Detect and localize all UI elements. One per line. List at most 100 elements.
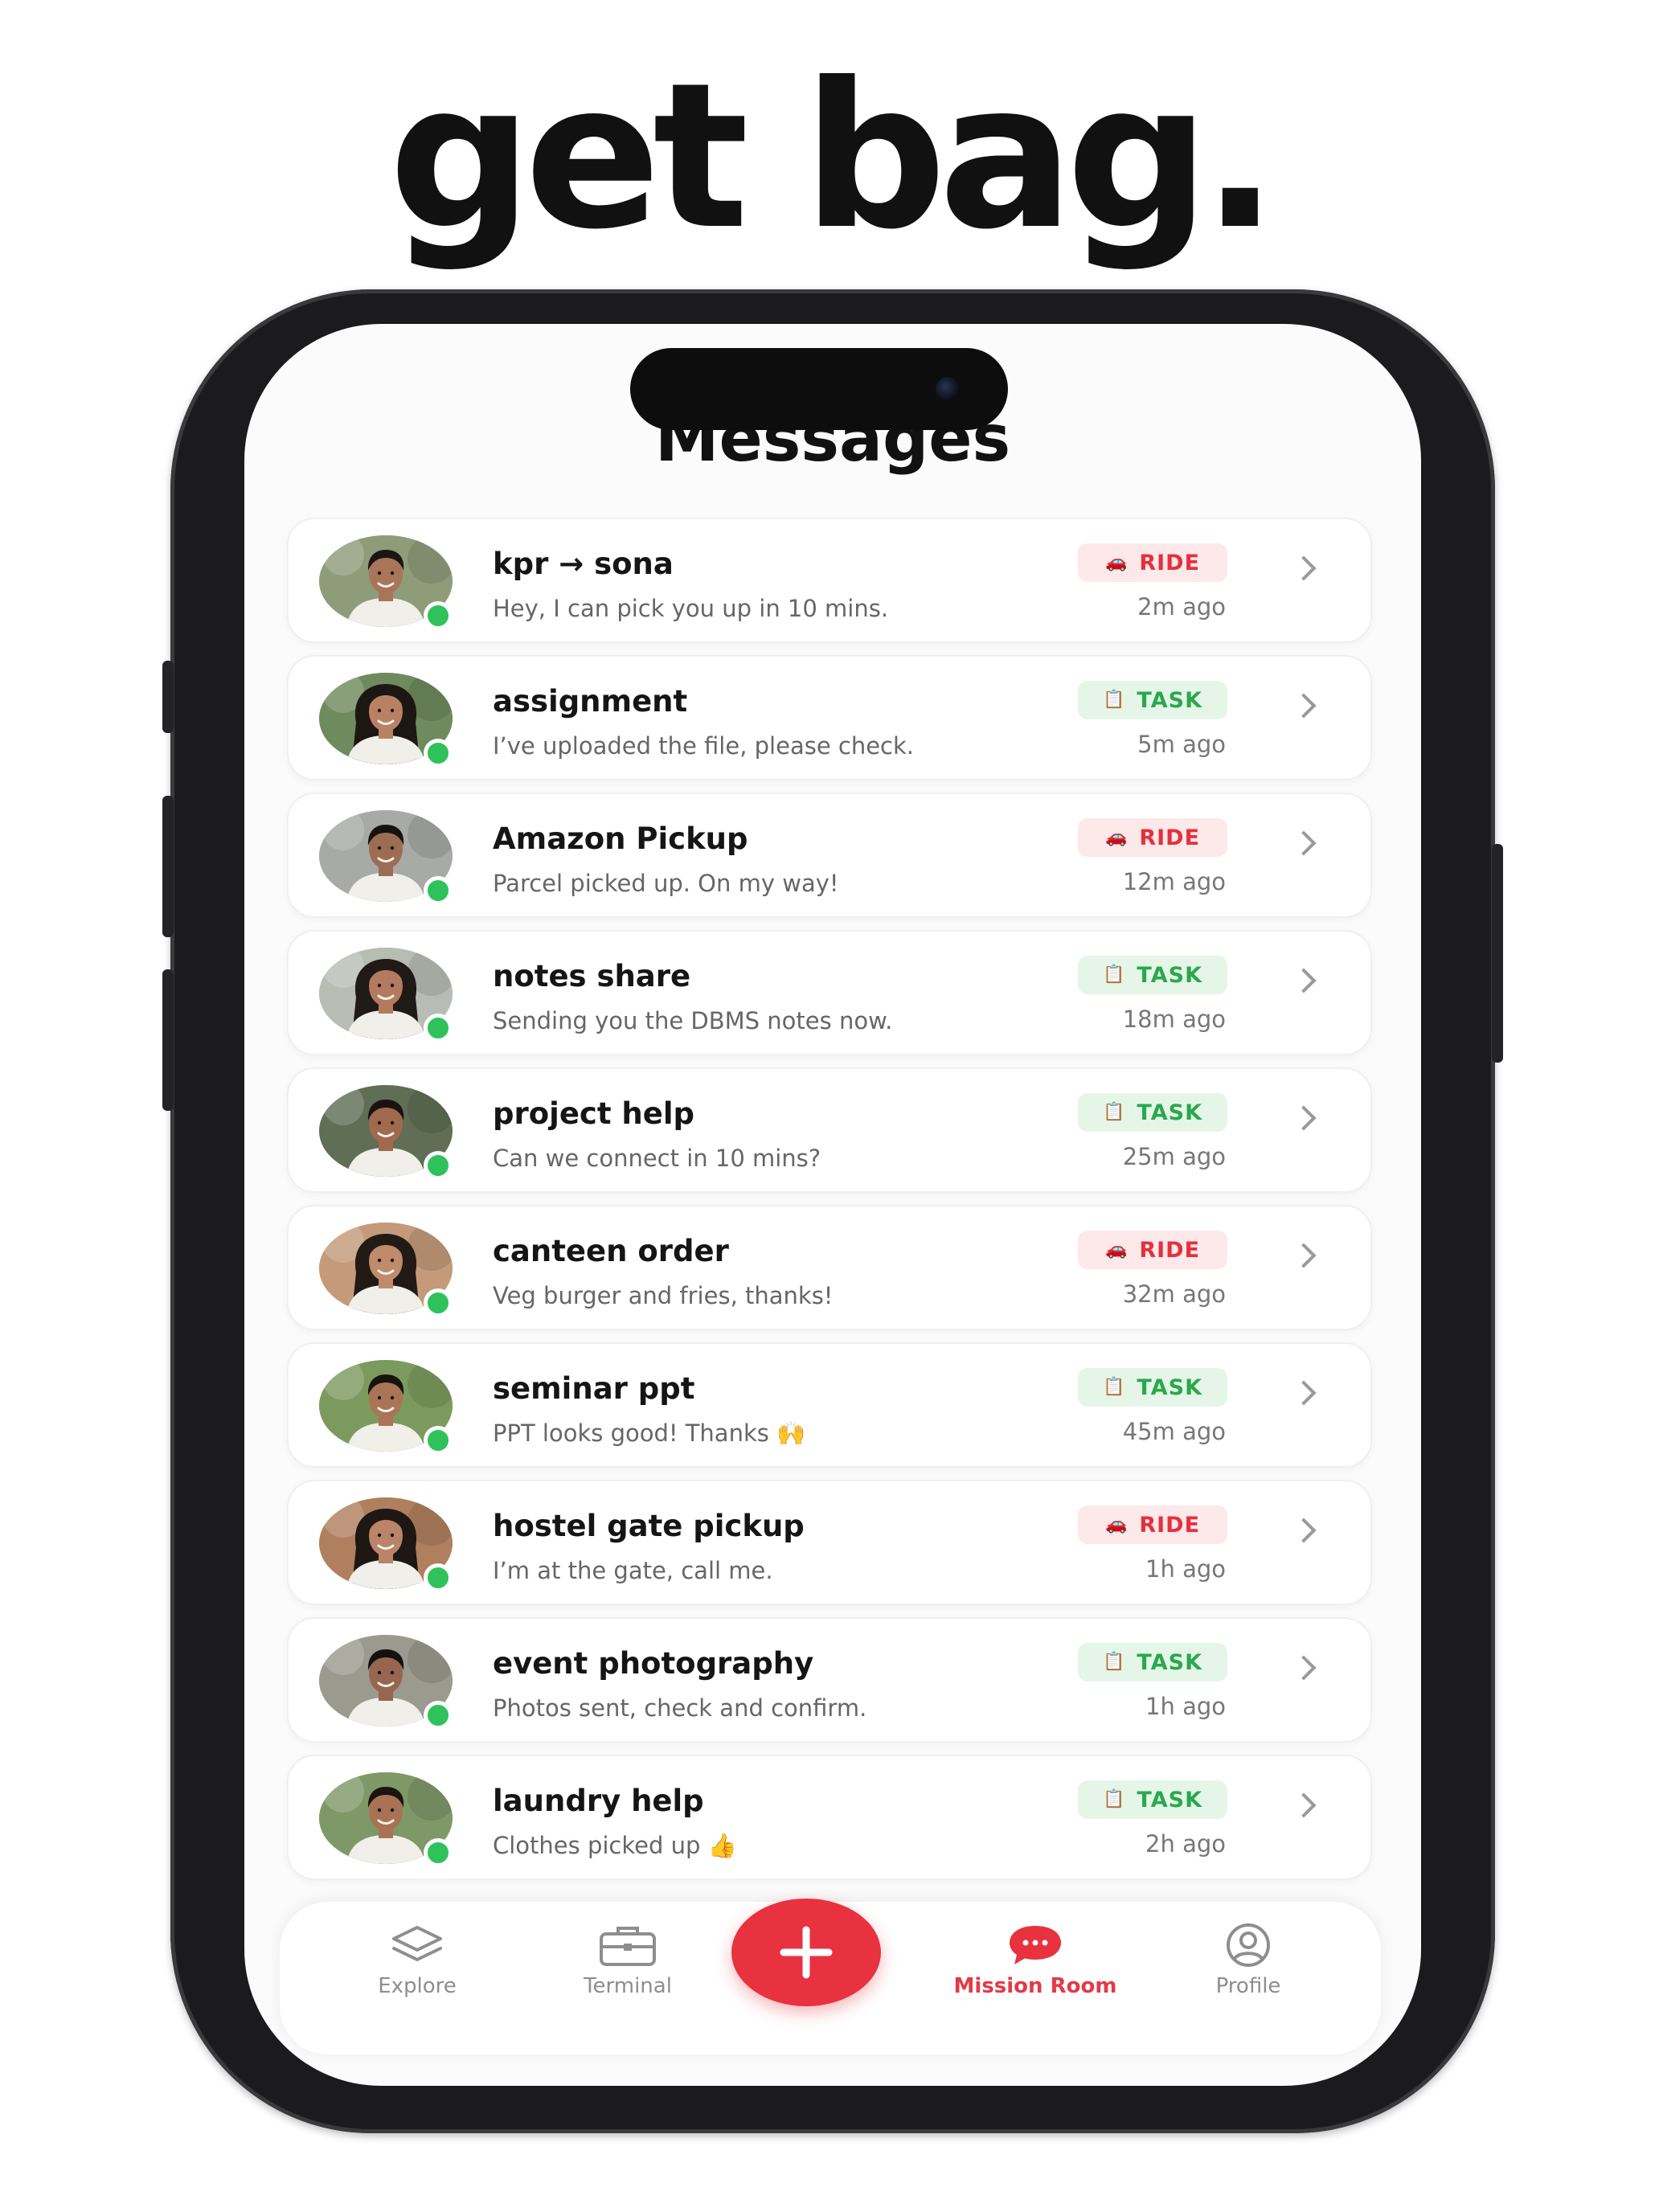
avatar [319,535,453,630]
conversation-name: notes share [493,959,691,993]
conversation-name: project help [493,1096,695,1131]
tab-profile-label: Profile [1215,1974,1281,1998]
conversation-time: 1h ago [1145,1555,1226,1583]
task-badge: 📋 TASK [1078,1368,1227,1407]
online-status-dot [424,1014,453,1043]
conversation-preview: Can we connect in 10 mins? [493,1145,821,1172]
create-button[interactable] [731,1899,881,2006]
conversation-time: 1h ago [1145,1693,1226,1720]
phone-screen: Messages kpr → sona Hey, I can pick you … [244,324,1421,2086]
conversation-time: 5m ago [1137,731,1226,758]
ride-badge: 🚗 RIDE [1078,543,1227,582]
volume-up-button [162,796,174,937]
conversation-row[interactable]: canteen order Veg burger and fries, than… [287,1205,1372,1330]
conversation-time: 32m ago [1122,1280,1226,1308]
conversation-name: laundry help [493,1784,704,1818]
clipboard-icon: 📋 [1103,1377,1126,1397]
conversation-list: kpr → sona Hey, I can pick you up in 10 … [287,518,1372,1892]
avatar [319,1223,453,1317]
conversation-time: 25m ago [1122,1143,1226,1170]
plus-icon [780,1926,833,1979]
task-badge: 📋 TASK [1078,681,1227,719]
user-circle-icon [1227,1923,1270,1967]
badge-label: TASK [1137,962,1202,988]
conversation-row[interactable]: assignment I’ve uploaded the file, pleas… [287,655,1372,780]
chevron-right-icon [1291,1380,1317,1406]
online-status-dot [424,876,453,905]
conversation-preview: Hey, I can pick you up in 10 mins. [493,595,889,622]
conversation-preview: PPT looks good! Thanks 🙌 [493,1419,806,1447]
camera-icon [936,377,960,401]
tab-explore[interactable]: Explore [329,1918,506,2038]
conversation-row[interactable]: project help Can we connect in 10 mins? … [287,1067,1372,1193]
online-status-dot [424,1563,453,1592]
headline: get bag. [388,39,1279,273]
chevron-right-icon [1291,1518,1317,1543]
power-button [1492,844,1503,1063]
online-status-dot [424,601,453,630]
badge-label: TASK [1137,1649,1202,1675]
layers-icon [392,1926,442,1961]
tab-terminal[interactable]: Terminal [539,1918,716,2038]
clipboard-icon: 📋 [1103,1789,1126,1809]
task-badge: 📋 TASK [1078,1093,1227,1132]
chevron-right-icon [1291,1792,1317,1818]
conversation-name: seminar ppt [493,1371,695,1406]
ride-badge: 🚗 RIDE [1078,818,1227,857]
car-icon: 🚗 [1104,1239,1129,1260]
dynamic-island [630,348,1008,430]
conversation-preview: Veg burger and fries, thanks! [493,1282,834,1309]
conversation-row[interactable]: kpr → sona Hey, I can pick you up in 10 … [287,518,1372,643]
conversation-preview: I’m at the gate, call me. [493,1557,773,1584]
bottom-tab-bar: Explore Terminal Mission Room Profile [280,1899,1381,2054]
task-badge: 📋 TASK [1078,1643,1227,1682]
avatar [319,673,453,768]
chevron-right-icon [1291,830,1317,856]
conversation-time: 18m ago [1122,1006,1226,1033]
tab-explore-label: Explore [378,1974,457,1998]
conversation-row[interactable]: laundry help Clothes picked up 👍 📋 TASK … [287,1755,1372,1880]
conversation-preview: Clothes picked up 👍 [493,1832,737,1859]
phone-frame: Messages kpr → sona Hey, I can pick you … [162,289,1503,2133]
ride-badge: 🚗 RIDE [1078,1231,1227,1269]
badge-label: RIDE [1139,1237,1201,1263]
badge-label: TASK [1137,1374,1202,1400]
avatar [319,1635,453,1730]
conversation-time: 45m ago [1122,1418,1226,1445]
conversation-name: hostel gate pickup [493,1509,805,1543]
chevron-right-icon [1291,1105,1317,1131]
avatar [319,1772,453,1867]
conversation-preview: Photos sent, check and confirm. [493,1694,867,1722]
avatar [319,810,453,905]
tab-profile[interactable]: Profile [1160,1918,1337,2038]
conversation-name: event photography [493,1646,814,1681]
conversation-time: 2h ago [1145,1830,1226,1858]
car-icon: 🚗 [1104,552,1129,572]
chevron-right-icon [1291,555,1317,581]
conversation-row[interactable]: event photography Photos sent, check and… [287,1617,1372,1743]
avatar [319,1497,453,1592]
chevron-right-icon [1291,1655,1317,1681]
conversation-preview: Parcel picked up. On my way! [493,870,839,897]
conversation-preview: Sending you the DBMS notes now. [493,1007,893,1034]
online-status-dot [424,739,453,768]
badge-label: RIDE [1139,825,1201,850]
task-badge: 📋 TASK [1078,1780,1227,1819]
chevron-right-icon [1291,1243,1317,1268]
clipboard-icon: 📋 [1103,965,1126,985]
tab-mission-room[interactable]: Mission Room [939,1918,1132,2038]
conversation-row[interactable]: notes share Sending you the DBMS notes n… [287,930,1372,1055]
avatar [319,1360,453,1455]
conversation-row[interactable]: Amazon Pickup Parcel picked up. On my wa… [287,793,1372,918]
online-status-dot [424,1701,453,1730]
conversation-name: Amazon Pickup [493,821,748,856]
tab-terminal-label: Terminal [584,1974,672,1998]
clipboard-icon: 📋 [1103,690,1126,710]
badge-label: TASK [1137,687,1202,713]
online-status-dot [424,1426,453,1455]
action-button [162,661,174,733]
conversation-row[interactable]: seminar ppt PPT looks good! Thanks 🙌 📋 T… [287,1342,1372,1468]
conversation-name: assignment [493,684,688,719]
chevron-right-icon [1291,968,1317,993]
conversation-row[interactable]: hostel gate pickup I’m at the gate, call… [287,1480,1372,1605]
